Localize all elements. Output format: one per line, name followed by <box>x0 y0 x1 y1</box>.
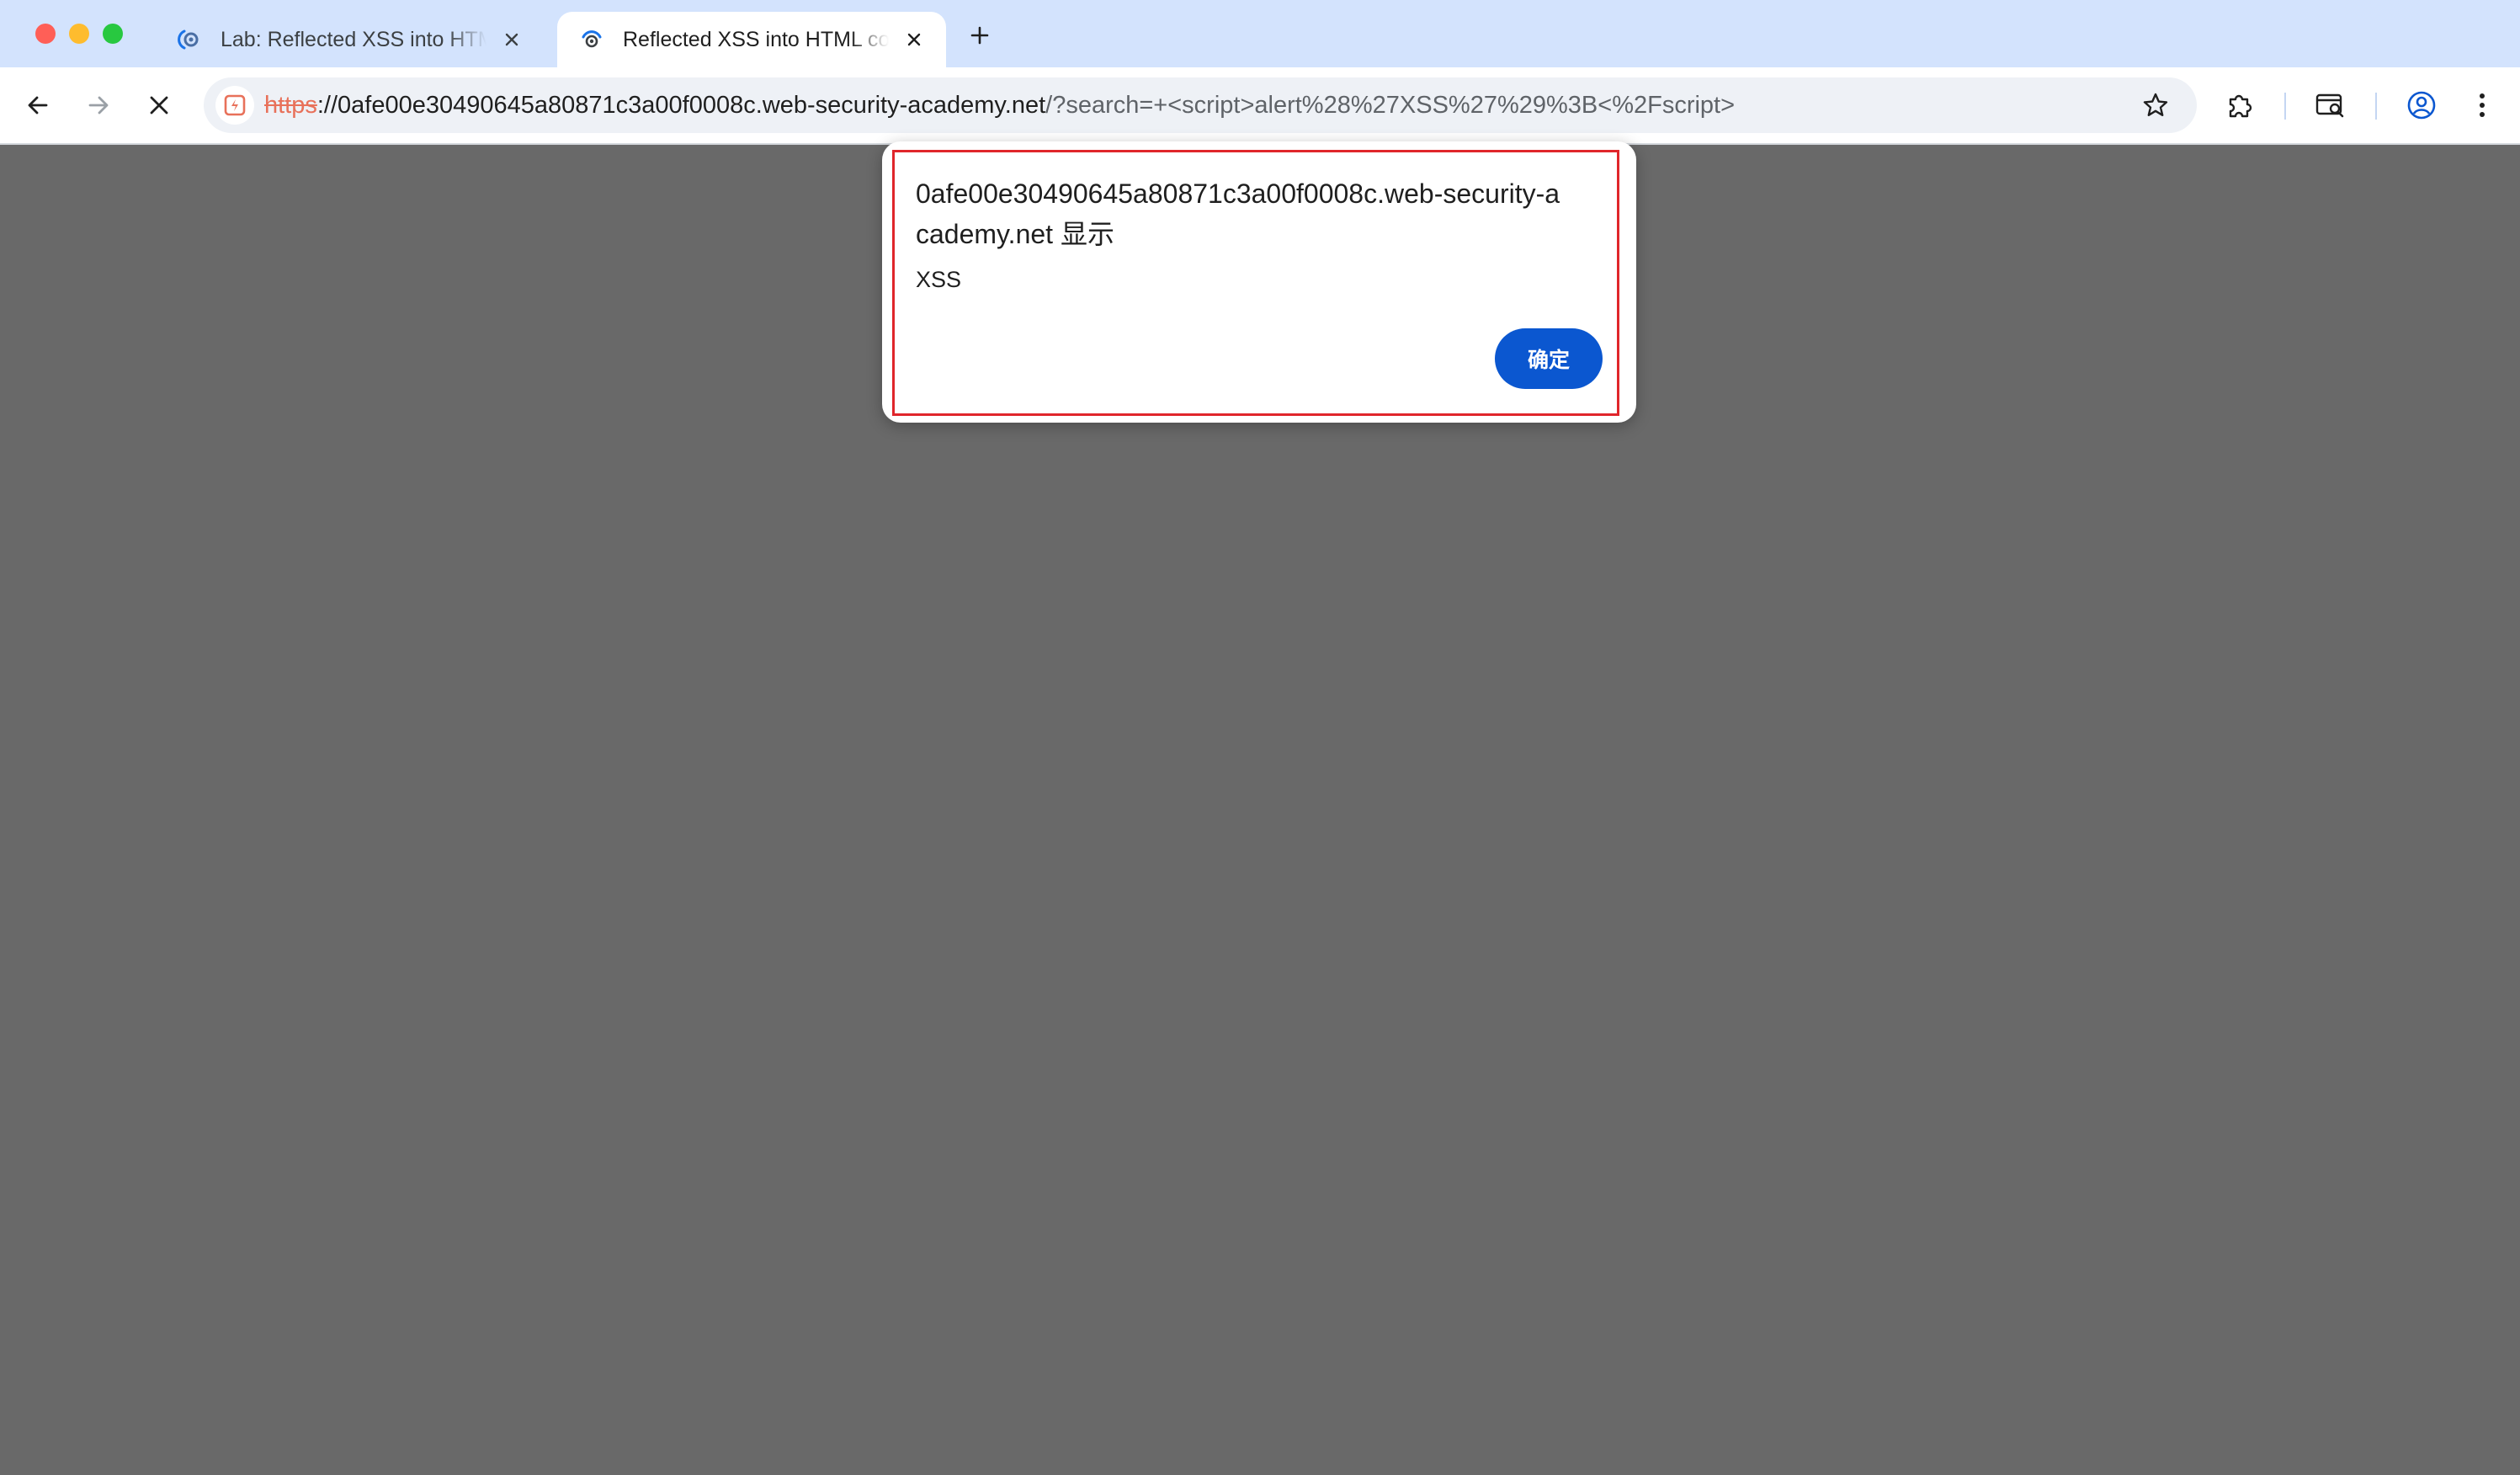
tab-title: Lab: Reflected XSS into HTML context wit… <box>221 27 486 51</box>
tab-strip: Lab: Reflected XSS into HTML context wit… <box>0 0 2520 67</box>
toolbar-separator <box>2284 93 2286 120</box>
window-minimize-button[interactable] <box>69 24 89 44</box>
tab-lab[interactable]: Lab: Reflected XSS into HTML context wit… <box>155 12 544 67</box>
arrow-right-icon[interactable] <box>77 84 120 126</box>
alert-dialog: 0afe00e30490645a80871c3a00f0008c.web-sec… <box>882 141 1636 423</box>
url-scheme: https <box>264 92 317 119</box>
browser-window: Lab: Reflected XSS into HTML context wit… <box>0 0 2520 1475</box>
puzzle-icon[interactable] <box>2219 84 2261 126</box>
tab-title: Reflected XSS into HTML context with not… <box>623 27 889 51</box>
url-path: /?search=+<script>alert%28%27XSS%27%29%3… <box>1045 92 1736 119</box>
loading-spinner-icon <box>579 27 604 52</box>
address-bar[interactable]: https://0afe00e30490645a80871c3a00f0008c… <box>204 77 2197 133</box>
dialog-title: 0afe00e30490645a80871c3a00f0008c.web-sec… <box>916 178 1560 249</box>
star-icon[interactable] <box>2135 84 2177 126</box>
url-host: ://0afe00e30490645a80871c3a00f0008c.web-… <box>316 92 1046 119</box>
close-tab-icon[interactable] <box>497 24 527 55</box>
close-tab-icon[interactable] <box>899 24 929 55</box>
tab-search-icon[interactable] <box>2310 84 2352 126</box>
not-secure-icon[interactable] <box>215 86 254 125</box>
ok-button[interactable]: 确定 <box>1495 328 1603 389</box>
stop-loading-icon[interactable] <box>138 84 180 126</box>
account-circle-icon[interactable] <box>2400 84 2443 126</box>
toolbar: https://0afe00e30490645a80871c3a00f0008c… <box>0 67 2520 145</box>
window-maximize-button[interactable] <box>103 24 123 44</box>
portswigger-icon <box>177 27 202 52</box>
dialog-message: XSS <box>916 267 962 292</box>
more-vertical-icon[interactable] <box>2461 84 2503 126</box>
url-text: https://0afe00e30490645a80871c3a00f0008c… <box>264 77 1735 133</box>
arrow-left-icon[interactable] <box>17 84 59 126</box>
tab-reflected-xss[interactable]: Reflected XSS into HTML context with not… <box>557 12 946 67</box>
toolbar-separator <box>2375 93 2377 120</box>
window-close-button[interactable] <box>35 24 56 44</box>
plus-icon[interactable] <box>961 17 998 54</box>
